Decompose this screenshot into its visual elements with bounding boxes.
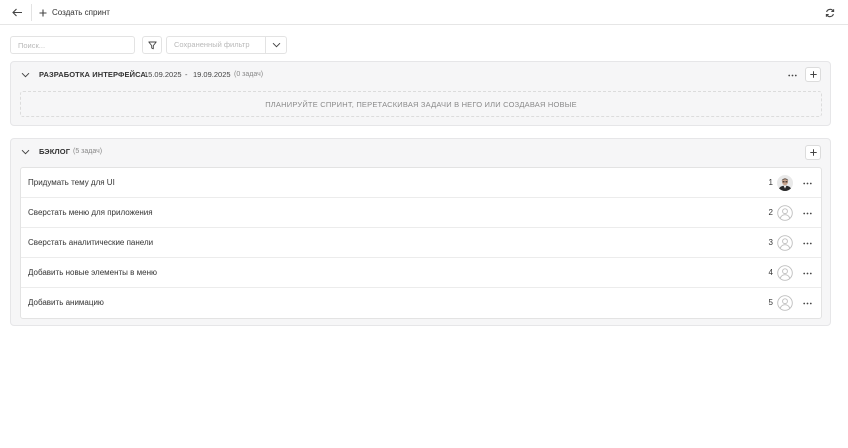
task-title[interactable]: Добавить анимацию <box>28 288 104 318</box>
more-dots-icon <box>802 242 812 244</box>
top-toolbar: Создать спринт <box>0 0 848 25</box>
user-avatar[interactable] <box>777 175 793 191</box>
arrow-left-icon <box>11 8 22 17</box>
task-more-button[interactable] <box>799 237 815 249</box>
task-number: 5 <box>768 298 773 307</box>
chevron-down-icon[interactable] <box>266 37 287 53</box>
task-row[interactable]: Придумать тему для UI 1 <box>21 168 821 198</box>
more-dots-icon <box>802 302 812 304</box>
more-dots-icon <box>802 212 812 214</box>
plus-icon <box>39 9 47 16</box>
funnel-icon <box>147 41 157 49</box>
task-row[interactable]: Добавить анимацию 5 <box>21 288 821 318</box>
task-number: 4 <box>768 268 773 277</box>
task-row[interactable]: Сверстать меню для приложения 2 <box>21 198 821 228</box>
more-dots-icon <box>802 272 812 274</box>
empty-user-icon[interactable] <box>777 205 793 221</box>
saved-filter-select[interactable]: Сохраненный фильтр <box>166 36 287 54</box>
search-input[interactable] <box>10 36 135 54</box>
plus-icon <box>809 71 817 78</box>
plus-icon <box>809 149 817 156</box>
task-number: 2 <box>768 208 773 217</box>
backlog-task-count: (5 задач) <box>73 148 103 155</box>
sprint-more-button[interactable] <box>784 69 800 81</box>
saved-filter-placeholder: Сохраненный фильтр <box>174 40 250 49</box>
sprint-header: РАЗРАБОТКА ИНТЕРФЕЙСА. 15.09.2025 - 19.0… <box>11 62 830 88</box>
empty-user-icon[interactable] <box>777 235 793 251</box>
more-dots-icon <box>787 74 797 76</box>
task-more-button[interactable] <box>799 177 815 189</box>
task-title[interactable]: Придумать тему для UI <box>28 168 115 198</box>
refresh-icon <box>825 8 835 17</box>
task-more-button[interactable] <box>799 267 815 279</box>
task-title[interactable]: Сверстать меню для приложения <box>28 198 153 228</box>
collapse-chevron-icon[interactable] <box>19 146 31 158</box>
backlog-add-task-button[interactable] <box>805 145 821 160</box>
backlog-panel: БЭКЛОГ (5 задач) Придумать тему для UI 1 <box>10 138 831 326</box>
task-title[interactable]: Добавить новые элементы в меню <box>28 258 157 288</box>
empty-user-icon[interactable] <box>777 265 793 281</box>
create-sprint-label: Создать спринт <box>52 8 110 17</box>
task-row[interactable]: Добавить новые элементы в меню 4 <box>21 258 821 288</box>
more-dots-icon <box>802 182 812 184</box>
task-title[interactable]: Сверстать аналитические панели <box>28 228 153 258</box>
sprint-drop-zone[interactable]: ПЛАНИРУЙТЕ СПРИНТ, ПЕРЕТАСКИВАЯ ЗАДАЧИ В… <box>20 91 822 117</box>
filter-button[interactable] <box>142 36 162 54</box>
backlog-header: БЭКЛОГ (5 задач) <box>11 139 830 165</box>
create-sprint-button[interactable]: Создать спринт <box>39 5 110 20</box>
empty-user-icon[interactable] <box>777 295 793 311</box>
backlog-title: БЭКЛОГ <box>39 147 71 156</box>
task-number: 1 <box>768 178 773 187</box>
sprint-end-date: 19.09.2025 <box>193 70 231 79</box>
sprint-date-separator: - <box>185 70 188 79</box>
task-more-button[interactable] <box>799 297 815 309</box>
back-button[interactable] <box>9 5 25 20</box>
sprint-add-task-button[interactable] <box>805 67 821 82</box>
refresh-button[interactable] <box>822 5 838 20</box>
toolbar-divider <box>31 4 32 21</box>
task-number: 3 <box>768 238 773 247</box>
sprint-panel: РАЗРАБОТКА ИНТЕРФЕЙСА. 15.09.2025 - 19.0… <box>10 61 831 126</box>
sprint-title: РАЗРАБОТКА ИНТЕРФЕЙСА. <box>39 70 149 79</box>
task-more-button[interactable] <box>799 207 815 219</box>
backlog-task-list: Придумать тему для UI 1 Сверстать меню д… <box>20 167 822 319</box>
task-row[interactable]: Сверстать аналитические панели 3 <box>21 228 821 258</box>
sprint-task-count: (0 задач) <box>234 71 264 78</box>
sprint-start-date: 15.09.2025 <box>144 70 182 79</box>
collapse-chevron-icon[interactable] <box>19 69 31 81</box>
